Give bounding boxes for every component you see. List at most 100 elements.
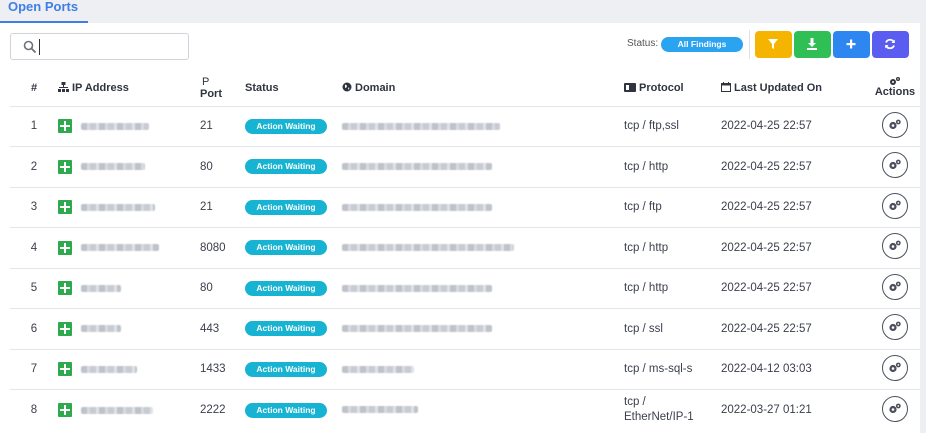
col-header-ip[interactable]: IP Address bbox=[58, 70, 200, 106]
toolbar-divider bbox=[749, 30, 750, 59]
status-badge[interactable]: Action Waiting bbox=[245, 159, 327, 175]
domain-redacted bbox=[342, 122, 500, 130]
status-badge[interactable]: Action Waiting bbox=[245, 280, 327, 296]
table-row[interactable]: 8 2222 Action Waiting tcp / EtherNet/IP-1 202… bbox=[10, 389, 920, 430]
domain-cell bbox=[342, 389, 624, 430]
row-number: 8 bbox=[10, 389, 58, 430]
row-actions-button[interactable] bbox=[882, 233, 908, 260]
actions-cell bbox=[870, 267, 920, 309]
gears-icon bbox=[889, 281, 901, 291]
domain-redacted bbox=[342, 203, 492, 211]
row-number: 2 bbox=[10, 146, 58, 187]
protocol-text: tcp / ftp bbox=[624, 201, 662, 214]
row-actions-button[interactable] bbox=[882, 273, 908, 300]
row-actions-button[interactable] bbox=[882, 152, 908, 179]
expand-row-icon[interactable] bbox=[58, 362, 72, 377]
ip-cell bbox=[58, 186, 200, 228]
domain-redacted bbox=[342, 163, 492, 171]
col-header-domain[interactable]: Domain bbox=[342, 70, 624, 106]
status-filter-dropdown[interactable]: All Findings bbox=[661, 37, 743, 52]
domain-cell bbox=[342, 146, 624, 187]
actions-cell bbox=[870, 105, 920, 147]
table-header: # IP Address P Port Status Domain Protoco… bbox=[10, 70, 920, 106]
domain-redacted bbox=[342, 365, 414, 373]
status-badge[interactable]: Action Waiting bbox=[245, 199, 327, 215]
network-icon bbox=[58, 81, 69, 92]
filter-button[interactable] bbox=[755, 31, 792, 58]
col-header-updated[interactable]: Last Updated On bbox=[721, 70, 870, 106]
expand-row-icon[interactable] bbox=[58, 200, 72, 215]
status-filter-label: Status: bbox=[627, 38, 659, 49]
domain-redacted bbox=[342, 244, 514, 252]
calendar-icon bbox=[721, 81, 731, 92]
port-cell: 443 bbox=[200, 308, 245, 349]
row-actions-button[interactable] bbox=[882, 354, 908, 381]
ip-address-redacted bbox=[81, 244, 159, 252]
main-panel: Status: All Findings # IP Address P Port … bbox=[0, 23, 920, 433]
row-number: 5 bbox=[10, 267, 58, 309]
table-row[interactable]: 4 8080 Action Waiting tcp / http 2022-04-25 … bbox=[10, 227, 920, 268]
ip-address-redacted bbox=[81, 406, 153, 414]
protocol-cell: tcp / http bbox=[624, 146, 721, 187]
updated-cell: 2022-04-25 22:57 bbox=[721, 227, 870, 268]
port-cell: 80 bbox=[200, 267, 245, 309]
globe-icon bbox=[342, 82, 352, 92]
ip-cell bbox=[58, 267, 200, 309]
expand-row-icon[interactable] bbox=[58, 159, 72, 174]
expand-row-icon[interactable] bbox=[58, 321, 72, 336]
table-row[interactable]: 5 80 Action Waiting tcp / http 2022-04-25 22… bbox=[10, 267, 920, 309]
col-header-updated-label: Last Updated On bbox=[734, 81, 823, 94]
search-input[interactable] bbox=[10, 33, 189, 60]
refresh-button[interactable] bbox=[872, 31, 909, 58]
status-badge[interactable]: Action Waiting bbox=[245, 402, 327, 418]
port-cell: 2222 bbox=[200, 389, 245, 430]
row-actions-button[interactable] bbox=[882, 192, 908, 219]
refresh-icon bbox=[885, 38, 895, 50]
table-row[interactable]: 1 21 Action Waiting tcp / ftp,ssl 2022-04-25… bbox=[10, 105, 920, 147]
port-cell: 8080 bbox=[200, 227, 245, 268]
domain-redacted bbox=[342, 325, 492, 333]
table-row[interactable]: 3 21 Action Waiting tcp / ftp 2022-04-25 22:… bbox=[10, 186, 920, 228]
domain-cell bbox=[342, 227, 624, 268]
row-actions-button[interactable] bbox=[882, 314, 908, 341]
gears-icon bbox=[889, 200, 901, 210]
expand-row-icon[interactable] bbox=[58, 281, 72, 296]
tab-open-ports[interactable]: Open Ports bbox=[0, 0, 89, 23]
protocol-cell: tcp / ms-sql-s bbox=[624, 348, 721, 390]
status-cell: Action Waiting bbox=[245, 308, 342, 349]
row-actions-button[interactable] bbox=[882, 111, 908, 138]
row-actions-button[interactable] bbox=[882, 395, 908, 422]
expand-row-icon[interactable] bbox=[58, 240, 72, 255]
table-row[interactable]: 6 443 Action Waiting tcp / ssl 2022-04-25 22… bbox=[10, 308, 920, 349]
status-badge[interactable]: Action Waiting bbox=[245, 361, 327, 377]
table-row[interactable]: 7 1433 Action Waiting tcp / ms-sql-s 2022-04… bbox=[10, 348, 920, 390]
gears-icon bbox=[890, 77, 900, 86]
ip-address-redacted bbox=[81, 122, 149, 130]
gears-icon bbox=[889, 403, 901, 413]
protocol-cell: tcp / ftp bbox=[624, 186, 721, 228]
col-header-protocol[interactable]: Protocol bbox=[624, 70, 721, 106]
status-badge[interactable]: Action Waiting bbox=[245, 118, 327, 134]
expand-row-icon[interactable] bbox=[58, 119, 72, 134]
table-row[interactable]: 2 80 Action Waiting tcp / http 2022-04-25 22… bbox=[10, 146, 920, 187]
row-number: 1 bbox=[10, 105, 58, 147]
row-number: 4 bbox=[10, 227, 58, 268]
col-header-port[interactable]: P Port bbox=[200, 70, 245, 106]
status-badge[interactable]: Action Waiting bbox=[245, 321, 327, 337]
updated-cell: 2022-04-12 03:03 bbox=[721, 348, 870, 390]
status-badge[interactable]: Action Waiting bbox=[245, 240, 327, 256]
protocol-cell: tcp / http bbox=[624, 267, 721, 309]
protocol-cell: tcp / ssl bbox=[624, 308, 721, 349]
col-header-status[interactable]: Status bbox=[245, 70, 342, 106]
download-icon bbox=[807, 38, 817, 50]
port-cell: 1433 bbox=[200, 348, 245, 390]
actions-cell bbox=[870, 227, 920, 268]
col-header-num: # bbox=[30, 81, 38, 94]
ip-cell bbox=[58, 227, 200, 268]
domain-cell bbox=[342, 348, 624, 390]
text-caret bbox=[39, 39, 40, 55]
download-button[interactable] bbox=[794, 31, 831, 58]
updated-cell: 2022-04-25 22:57 bbox=[721, 186, 870, 228]
expand-row-icon[interactable] bbox=[58, 403, 72, 417]
add-button[interactable] bbox=[833, 31, 870, 58]
